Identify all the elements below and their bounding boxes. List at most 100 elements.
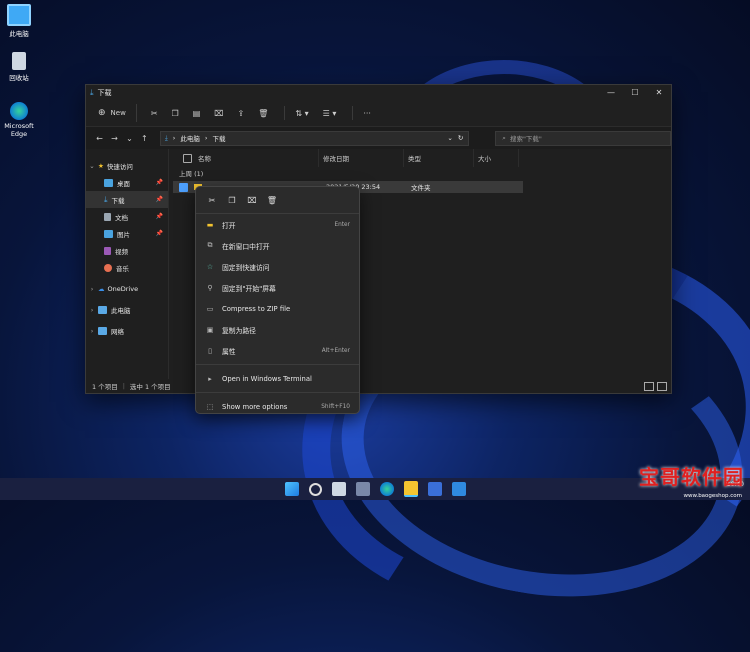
menu-item-label: Open in Windows Terminal <box>222 374 312 383</box>
breadcrumb-downloads[interactable]: 下载 <box>212 133 225 143</box>
group-header-last-week[interactable]: 上周 (1) <box>169 167 671 181</box>
menu-item-properties[interactable]: ▯ 属性 Alt+Enter <box>196 340 359 361</box>
trash-icon: 🗑 <box>258 108 269 118</box>
new-button[interactable]: ⊕ New <box>94 104 137 122</box>
row-checkbox[interactable] <box>179 182 188 192</box>
column-type[interactable]: 类型 <box>404 149 474 167</box>
refresh-icon[interactable]: ↻ <box>458 134 463 142</box>
task-view-icon[interactable] <box>331 482 346 496</box>
desktop-icon-this-pc[interactable]: 此电脑 <box>0 4 38 38</box>
video-icon <box>104 246 111 255</box>
widgets-icon[interactable] <box>355 482 370 496</box>
menu-item-open-new-window[interactable]: ⧉ 在新窗口中打开 <box>196 235 359 256</box>
toolbar-divider <box>352 106 354 120</box>
breadcrumb-this-pc[interactable]: 此电脑 <box>180 133 200 143</box>
sidebar-item-label: 文档 <box>115 213 128 222</box>
folder-icon: ▬ <box>206 220 214 229</box>
sidebar-item-downloads[interactable]: ⤓ 下载 📌 <box>86 191 168 208</box>
recycle-bin-icon <box>12 52 26 70</box>
copy-button[interactable]: ❐ <box>168 104 183 122</box>
menu-item-label: 固定到快速访问 <box>222 263 270 272</box>
view-button[interactable]: ☰ ▾ <box>319 104 341 122</box>
title-bar[interactable]: ⤓ 下载 — ☐ ✕ <box>86 85 671 100</box>
tiles-view-icon[interactable] <box>657 381 667 391</box>
more-button[interactable]: ··· <box>359 104 375 122</box>
desktop-folder-icon <box>104 178 113 187</box>
close-button[interactable]: ✕ <box>647 88 671 97</box>
menu-item-copy-path[interactable]: ▣ 复制为路径 <box>196 319 359 340</box>
column-type-label: 类型 <box>408 155 421 163</box>
cut-button[interactable]: ✂ <box>147 104 162 122</box>
rename-button[interactable]: ⌧ <box>210 104 227 122</box>
start-icon[interactable] <box>284 482 299 496</box>
desktop-icon-label: Microsoft Edge <box>4 122 34 138</box>
sidebar-item-pictures[interactable]: 图片 📌 <box>86 225 168 242</box>
back-button[interactable]: ← <box>92 134 107 143</box>
address-bar[interactable]: ⤓ › 此电脑 › 下载 ⌄ ↻ <box>159 130 470 146</box>
mail-icon[interactable] <box>451 482 466 496</box>
menu-item-pin-quick-access[interactable]: ☆ 固定到快速访问 <box>196 256 359 277</box>
status-bar: 1 个项目 | 选中 1 个项目 <box>86 379 671 393</box>
search-icon[interactable] <box>308 482 322 496</box>
delete-icon[interactable]: 🗑 <box>262 196 282 205</box>
menu-item-open[interactable]: ▬ 打开 Enter <box>196 214 359 235</box>
download-icon: ⤓ <box>90 87 94 97</box>
details-view-icon[interactable] <box>644 381 654 391</box>
desktop-icon-edge[interactable]: Microsoft Edge <box>0 102 38 138</box>
pin-icon: 📌 <box>155 179 163 186</box>
column-modified[interactable]: 修改日期 <box>319 149 404 167</box>
sort-button[interactable]: ⇅ ▾ <box>291 104 312 122</box>
sidebar-item-documents[interactable]: 文档 📌 <box>86 208 168 225</box>
sidebar-item-videos[interactable]: 视频 <box>86 242 168 259</box>
menu-item-pin-start[interactable]: ⚲ 固定到"开始"屏幕 <box>196 277 359 298</box>
file-explorer-icon[interactable] <box>403 481 418 497</box>
menu-item-open-terminal[interactable]: ▸ Open in Windows Terminal <box>196 368 359 389</box>
store-icon[interactable] <box>427 482 442 496</box>
share-button[interactable]: ⇪ <box>233 104 248 122</box>
search-box[interactable]: ⌕ 搜索"下载" <box>495 130 671 146</box>
menu-item-shortcut: Enter <box>334 221 350 228</box>
menu-divider <box>196 364 359 365</box>
sidebar-item-music[interactable]: 音乐 <box>86 259 168 276</box>
monitor-icon <box>7 4 31 26</box>
star-icon: ☆ <box>206 262 214 271</box>
copy-path-icon: ▣ <box>206 325 214 334</box>
menu-divider <box>196 392 359 393</box>
sidebar-item-this-pc[interactable]: › 此电脑 <box>86 301 168 318</box>
edge-icon <box>10 102 28 120</box>
navigation-pane: ⌄ ★ 快速访问 桌面 📌 ⤓ 下载 📌 文档 📌 图片 📌 视频 音乐 › ☁… <box>86 149 169 379</box>
search-icon: ⌕ <box>502 133 506 142</box>
select-all-checkbox[interactable] <box>183 153 192 163</box>
cloud-icon: ☁ <box>98 284 105 293</box>
sidebar-item-desktop[interactable]: 桌面 📌 <box>86 174 168 191</box>
terminal-icon: ▸ <box>208 374 212 383</box>
minimize-button[interactable]: — <box>599 88 623 97</box>
menu-item-compress-zip[interactable]: ▭ Compress to ZIP file <box>196 298 359 319</box>
copy-icon[interactable]: ❐ <box>222 196 242 205</box>
menu-item-shortcut: Alt+Enter <box>321 347 350 354</box>
column-size[interactable]: 大小 <box>474 149 519 167</box>
up-button[interactable]: ↑ <box>137 134 152 143</box>
menu-item-label: 复制为路径 <box>222 326 256 335</box>
chevron-down-icon[interactable]: ⌄ <box>447 134 452 142</box>
sidebar-item-label: 此电脑 <box>111 306 131 315</box>
desktop-icon-recycle-bin[interactable]: 回收站 <box>0 52 38 82</box>
column-name[interactable]: 名称 <box>179 149 319 167</box>
status-divider: | <box>122 382 125 390</box>
paste-button[interactable]: ▤ <box>189 104 205 122</box>
sidebar-item-network[interactable]: › 网络 <box>86 322 168 339</box>
forward-button[interactable]: → <box>107 134 122 143</box>
cut-icon[interactable]: ✂ <box>202 196 222 205</box>
menu-item-label: 打开 <box>222 221 236 230</box>
sidebar-item-quick-access[interactable]: ⌄ ★ 快速访问 <box>86 157 168 174</box>
menu-item-show-more-options[interactable]: ⬚ Show more options Shift+F10 <box>196 396 359 417</box>
sidebar-item-onedrive[interactable]: › ☁ OneDrive <box>86 280 168 297</box>
new-button-label: New <box>110 109 126 117</box>
desktop-icon-label: 回收站 <box>9 74 29 82</box>
edge-icon[interactable] <box>379 482 394 496</box>
column-modified-label: 修改日期 <box>323 155 349 163</box>
delete-button[interactable]: 🗑 <box>254 104 272 122</box>
maximize-button[interactable]: ☐ <box>623 88 647 97</box>
rename-icon[interactable]: ⌧ <box>242 196 262 205</box>
recent-button[interactable]: ⌄ <box>122 134 137 143</box>
